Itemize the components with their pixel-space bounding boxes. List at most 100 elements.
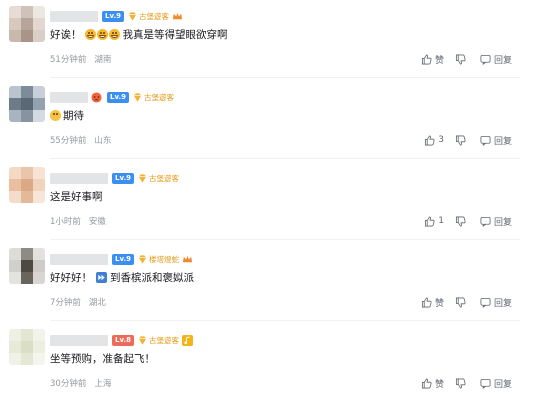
user-info: Lv.9 楼塔燈蛇 (50, 251, 193, 267)
comment-actions: 赞 回复 (410, 295, 550, 309)
comment-content: 好好好！ 到香槟派和褒姒派 (50, 272, 194, 284)
thumbs-up-icon (421, 378, 432, 388)
thumbs-down-icon (455, 135, 466, 145)
user-info: Lv.9 古堡遊客 (50, 170, 179, 186)
music-note-icon (181, 334, 193, 346)
reply-icon (480, 297, 491, 308)
dislike-button[interactable] (455, 378, 469, 389)
ip-location: 上海 (94, 379, 112, 389)
comment-meta: 1小时前 安徽 (50, 215, 106, 227)
username-masked[interactable] (50, 253, 108, 265)
timestamp: 55分钟前 (50, 136, 87, 146)
timestamp: 30分钟前 (50, 379, 87, 389)
timestamp: 51分钟前 (50, 55, 87, 65)
diamond-icon (138, 335, 147, 345)
user-info: Lv.8 古堡遊客 (50, 332, 193, 348)
comment-content: 坐等预购，准备起飞！ (50, 353, 155, 365)
ip-location: 湖南 (94, 55, 112, 65)
ip-location: 安徽 (88, 217, 106, 227)
comment-meta: 7分钟前 湖北 (50, 296, 106, 308)
comment-actions: 赞 回复 (410, 52, 550, 66)
thumbs-up-icon (421, 54, 432, 64)
dislike-button[interactable] (455, 297, 469, 308)
username-masked[interactable] (50, 172, 108, 184)
reply-icon (480, 216, 491, 227)
thumbs-up-icon (425, 216, 435, 226)
fan-badge[interactable]: 楼塔燈蛇 (137, 254, 179, 265)
divider (50, 239, 520, 240)
comment-meta: 55分钟前 山东 (50, 134, 111, 146)
comment-actions: 1 回复 (413, 214, 550, 228)
reply-icon (480, 135, 491, 146)
username-masked[interactable] (50, 91, 88, 103)
level-badge: Lv.9 (102, 10, 124, 22)
reply-icon (480, 54, 491, 65)
thumbs-down-icon (455, 54, 466, 64)
reply-button[interactable]: 回复 (480, 377, 512, 390)
grin-emoji-icon (84, 29, 96, 40)
like-button[interactable]: 1 (424, 216, 444, 227)
level-badge: Lv.9 (112, 253, 134, 265)
ip-location: 湖北 (88, 298, 106, 308)
username-masked[interactable] (50, 334, 108, 346)
crown-icon (182, 255, 193, 262)
grin-emoji-icon (108, 29, 120, 40)
comment-actions: 赞 回复 (410, 376, 550, 390)
avatar[interactable] (9, 6, 45, 42)
thumbs-down-icon (455, 378, 466, 388)
fan-badge[interactable]: 古堡遊客 (137, 173, 179, 184)
level-badge: Lv.9 (112, 172, 134, 184)
thumbs-up-icon (421, 297, 432, 307)
like-button[interactable]: 赞 (421, 296, 444, 309)
level-badge: Lv.8 (112, 334, 134, 346)
divider (50, 320, 520, 321)
thumbs-down-icon (455, 216, 466, 226)
fast-forward-icon (96, 272, 107, 283)
comment-content: 期待 (50, 108, 84, 123)
timestamp: 1小时前 (50, 217, 81, 227)
reply-button[interactable]: 回复 (480, 296, 512, 309)
angry-emoji-icon (91, 91, 102, 103)
comment-content: 这是好事啊 (50, 191, 103, 203)
fan-badge[interactable]: 古堡遊客 (137, 335, 179, 346)
diamond-icon (128, 11, 137, 21)
fan-badge[interactable]: 古堡遊客 (127, 11, 169, 22)
thumbs-up-icon (425, 135, 435, 145)
ip-location: 山东 (94, 136, 112, 146)
comment-actions: 3 回复 (413, 133, 550, 147)
comment-content: 好诶！ 我真是等得望眼欲穿啊 (50, 29, 228, 41)
smile-emoji-icon (50, 110, 61, 121)
comment-meta: 30分钟前 上海 (50, 377, 111, 389)
reply-button[interactable]: 回复 (480, 53, 512, 66)
like-button[interactable]: 赞 (421, 377, 444, 390)
user-info: Lv.9 古堡遊客 (50, 8, 183, 24)
thumbs-down-icon (455, 297, 466, 307)
reply-button[interactable]: 回复 (480, 134, 512, 147)
divider (50, 77, 520, 78)
avatar[interactable] (9, 248, 45, 284)
like-count: 3 (438, 135, 444, 145)
diamond-icon (138, 254, 147, 264)
timestamp: 7分钟前 (50, 298, 81, 308)
username-masked[interactable] (50, 10, 98, 22)
diamond-icon (133, 92, 142, 102)
grin-emoji-icon (96, 29, 108, 40)
user-info: Lv.9 古堡遊客 (50, 89, 174, 105)
fan-badge[interactable]: 古堡遊客 (132, 92, 174, 103)
avatar[interactable] (9, 86, 45, 122)
avatar[interactable] (9, 329, 45, 365)
dislike-button[interactable] (455, 54, 469, 65)
level-badge: Lv.9 (107, 91, 129, 103)
dislike-button[interactable] (455, 135, 469, 146)
like-count: 1 (438, 216, 444, 226)
like-button[interactable]: 3 (424, 135, 444, 146)
avatar[interactable] (9, 167, 45, 203)
crown-icon (172, 12, 183, 19)
reply-button[interactable]: 回复 (480, 215, 512, 228)
comment-meta: 51分钟前 湖南 (50, 53, 111, 65)
dislike-button[interactable] (455, 216, 469, 227)
divider (50, 158, 520, 159)
like-button[interactable]: 赞 (421, 53, 444, 66)
diamond-icon (138, 173, 147, 183)
reply-icon (480, 378, 491, 389)
